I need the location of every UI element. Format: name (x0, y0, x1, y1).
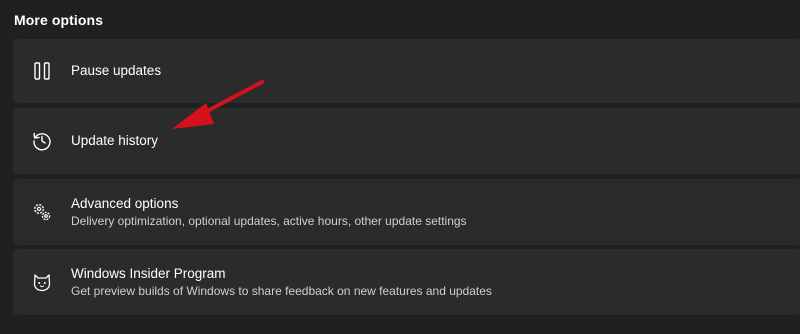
advanced-options-option[interactable]: Advanced options Delivery optimization, … (13, 179, 800, 245)
pause-updates-option[interactable]: Pause updates (13, 39, 800, 103)
gears-icon (13, 179, 71, 245)
insider-cat-icon (13, 249, 71, 315)
pause-icon (13, 39, 71, 103)
windows-insider-option[interactable]: Windows Insider Program Get preview buil… (13, 249, 800, 315)
history-icon (13, 108, 71, 174)
section-title: More options (14, 12, 104, 28)
option-title: Update history (71, 133, 159, 148)
option-description: Delivery optimization, optional updates,… (71, 213, 467, 228)
update-history-option[interactable]: Update history (13, 108, 800, 174)
option-title: Windows Insider Program (71, 265, 226, 281)
option-description: Get preview builds of Windows to share f… (71, 283, 492, 298)
option-title: Advanced options (71, 195, 179, 211)
more-options-list: Pause updates Update history Advanced op… (13, 39, 800, 319)
option-title: Pause updates (71, 63, 162, 78)
